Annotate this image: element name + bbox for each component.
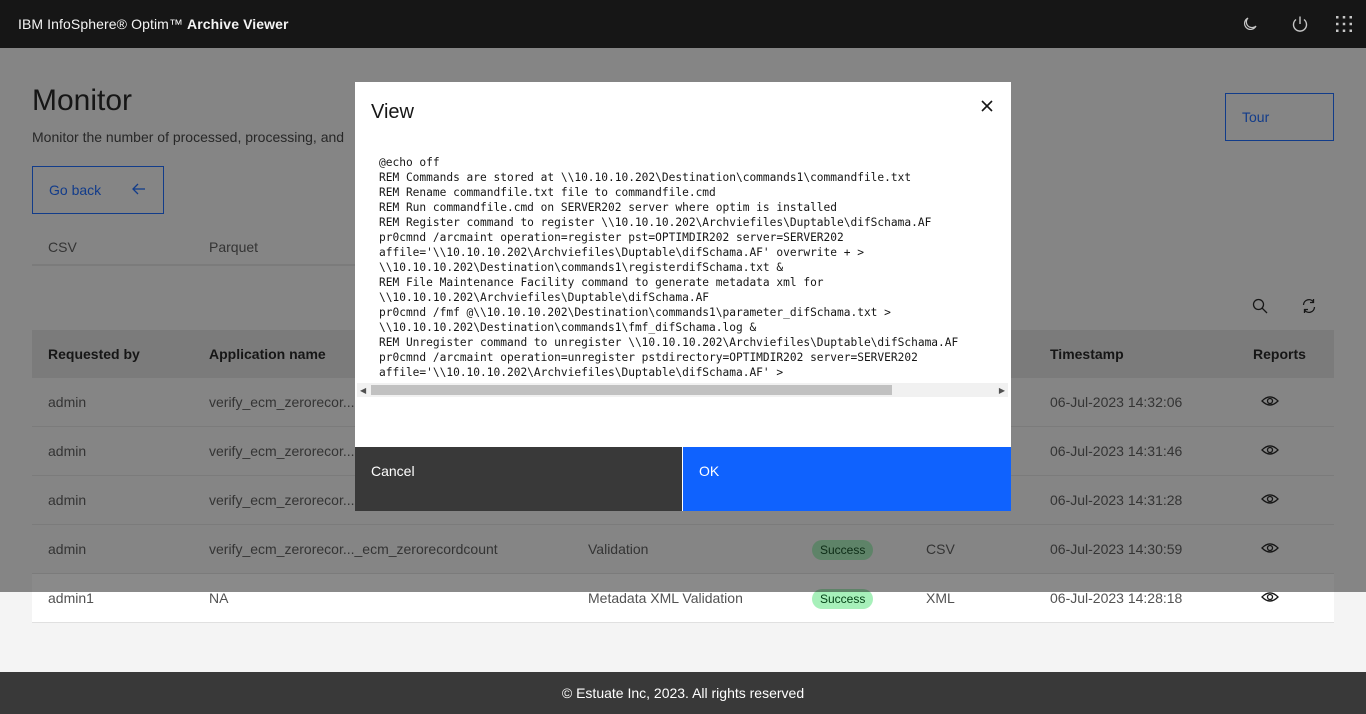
brand-bold: Archive Viewer xyxy=(187,16,289,32)
eye-icon[interactable] xyxy=(1261,590,1279,607)
cell-requested-by: admin1 xyxy=(48,590,94,606)
cell-application-name: NA xyxy=(209,590,229,606)
cancel-button[interactable]: Cancel xyxy=(355,447,682,511)
scroll-right-icon[interactable]: ▶ xyxy=(999,386,1005,395)
app-switcher-icon[interactable] xyxy=(1322,0,1366,48)
moon-icon[interactable] xyxy=(1222,0,1278,48)
brand-light: IBM InfoSphere® Optim™ xyxy=(18,16,188,32)
cell-process: Metadata XML Validation xyxy=(588,590,743,606)
status-badge: Success xyxy=(812,589,874,609)
scrollbar-thumb[interactable] xyxy=(371,385,892,395)
cell-format: XML xyxy=(926,590,955,606)
page-footer: © Estuate Inc, 2023. All rights reserved xyxy=(0,672,1366,714)
modal-title: View xyxy=(371,101,414,123)
close-icon[interactable] xyxy=(975,94,999,118)
top-header: IBM InfoSphere® Optim™ Archive Viewer xyxy=(0,0,1366,48)
scroll-left-icon[interactable]: ◀ xyxy=(360,386,366,395)
product-brand: IBM InfoSphere® Optim™ Archive Viewer xyxy=(18,16,289,32)
command-code: @echo off REM Commands are stored at \\1… xyxy=(379,156,959,379)
power-icon[interactable] xyxy=(1278,0,1322,48)
ok-button[interactable]: OK xyxy=(683,447,1011,511)
cell-timestamp: 06-Jul-2023 14:28:18 xyxy=(1050,590,1183,606)
command-code-viewer[interactable]: @echo off REM Commands are stored at \\1… xyxy=(371,148,1009,398)
horizontal-scrollbar[interactable]: ◀ ▶ xyxy=(357,383,1008,397)
view-modal: View @echo off REM Commands are stored a… xyxy=(355,82,1011,511)
